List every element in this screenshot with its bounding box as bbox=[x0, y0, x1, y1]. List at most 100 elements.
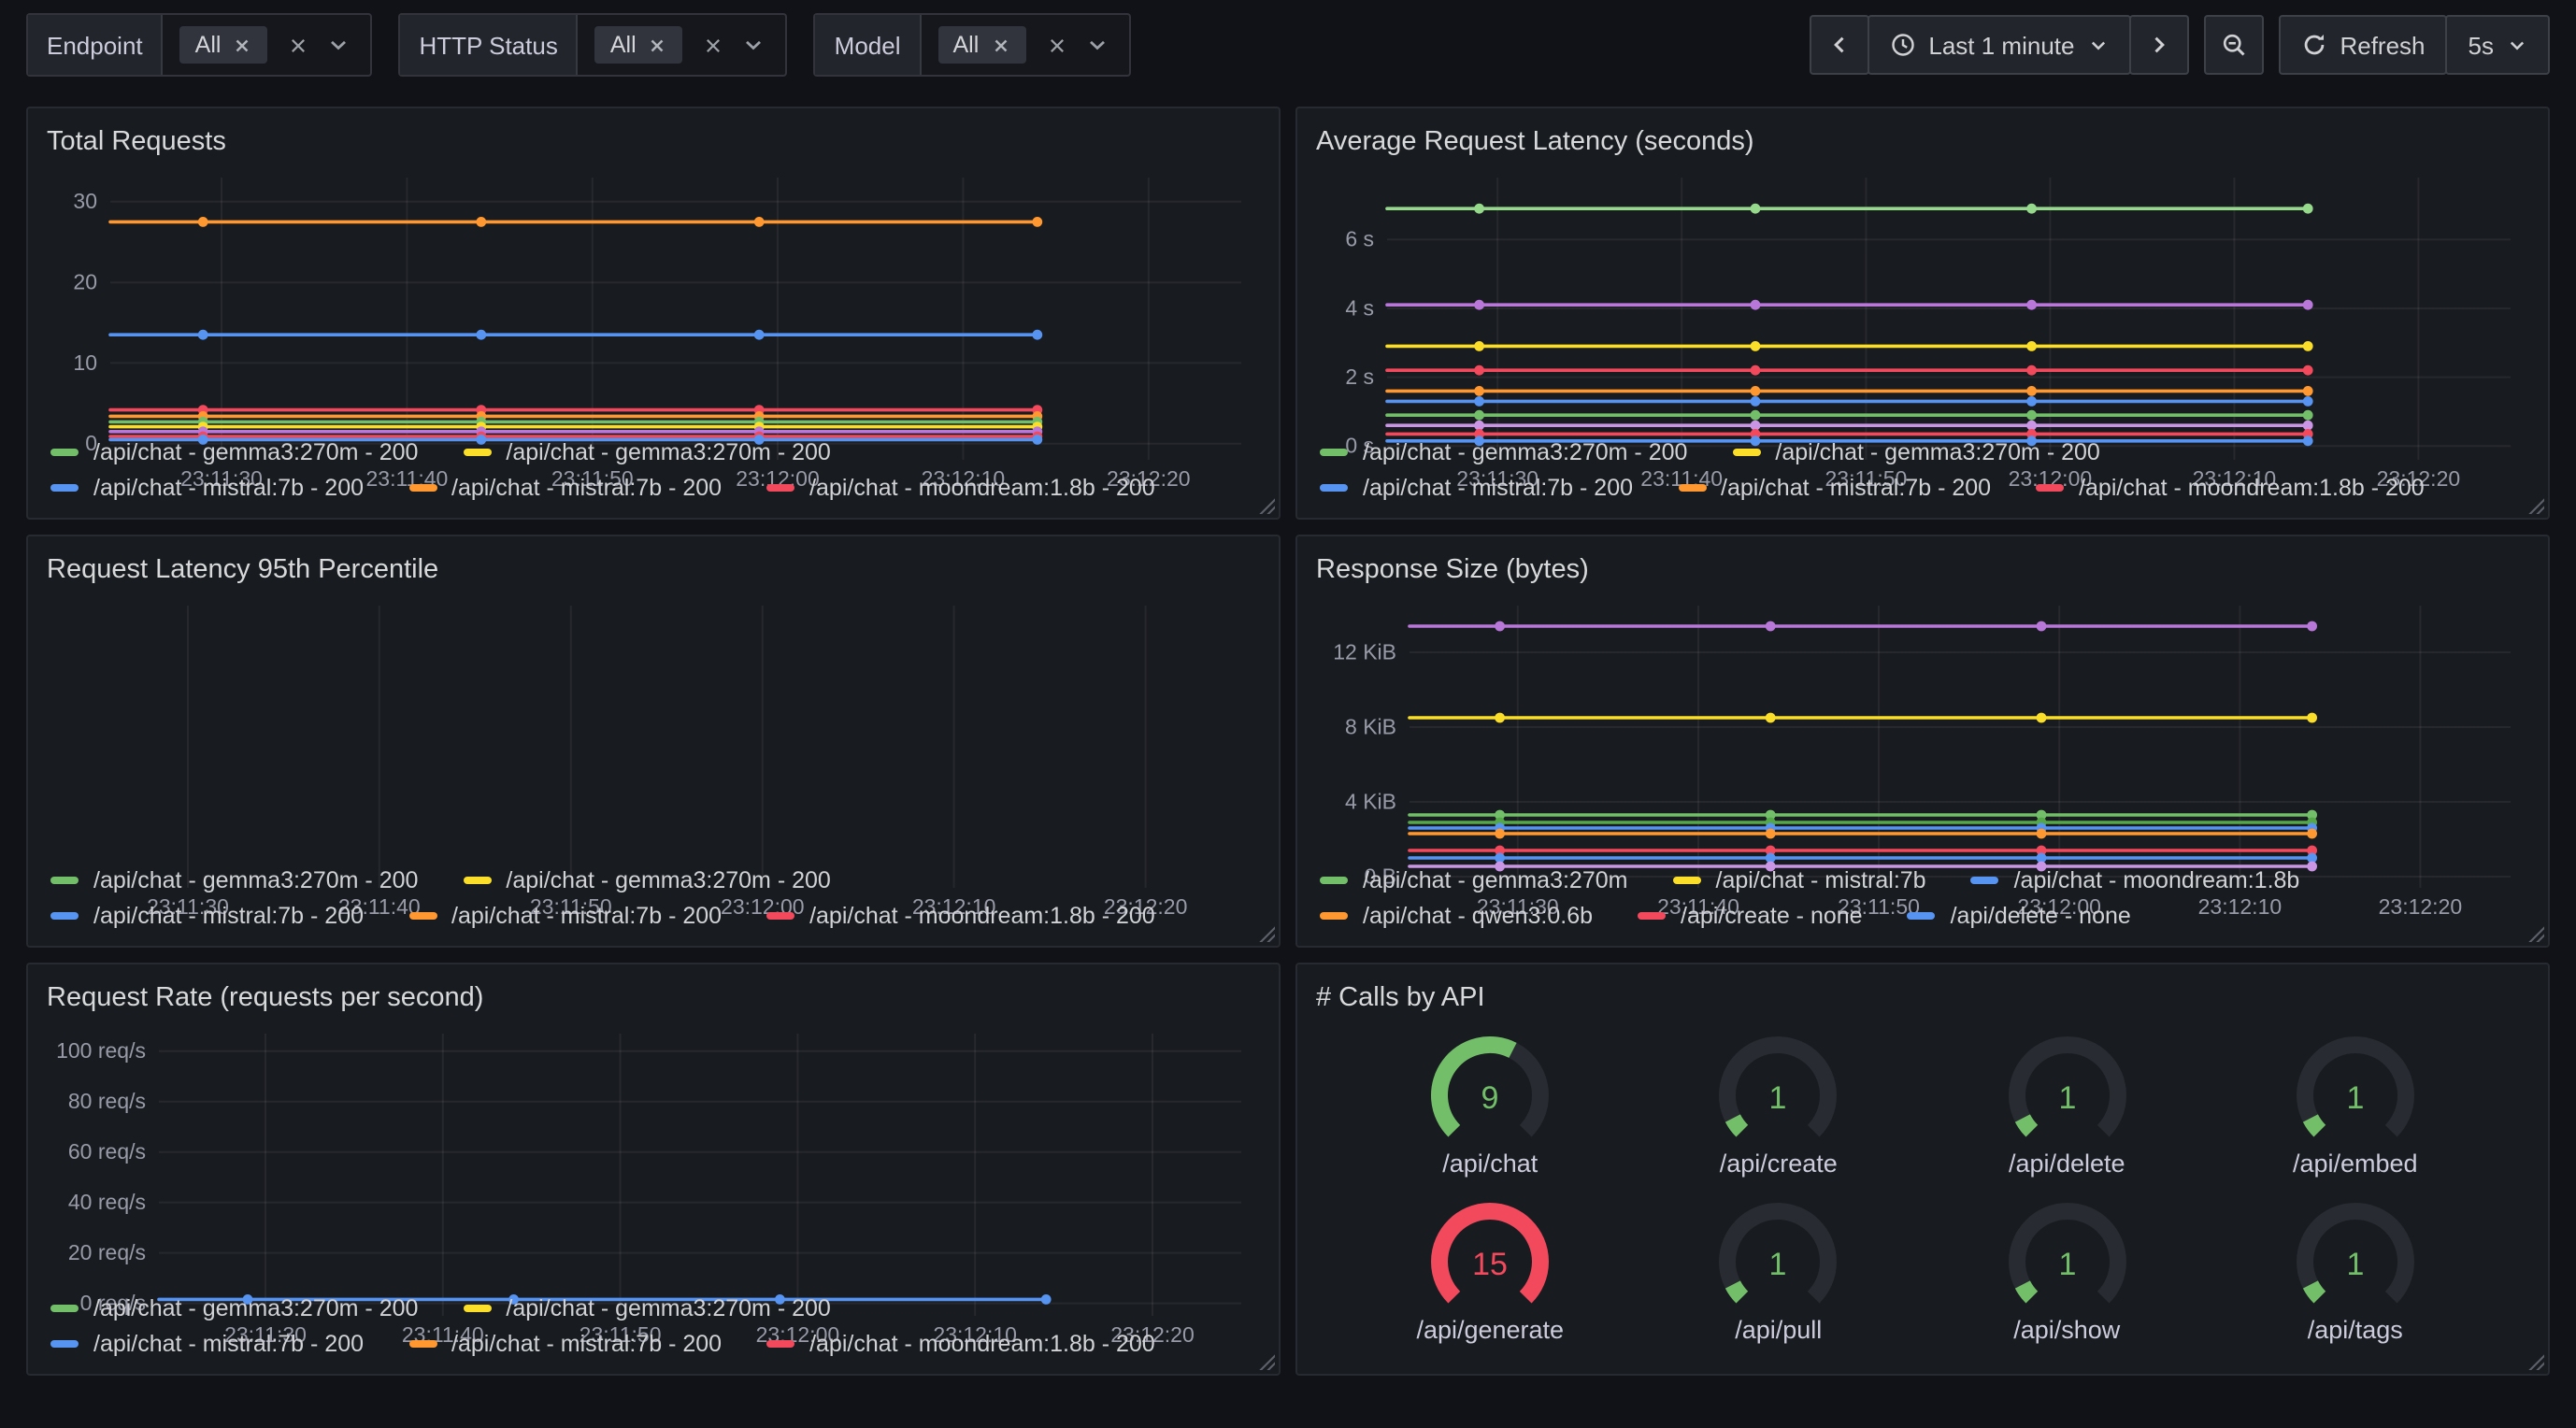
gauge-value: 1 bbox=[1769, 1247, 1787, 1282]
chart-latency-95[interactable]: 23:11:3023:11:4023:11:5023:12:0023:12:10… bbox=[47, 591, 1260, 860]
legend-item[interactable]: /api/create - none bbox=[1638, 903, 1863, 929]
panel-header[interactable]: # Calls by API bbox=[1316, 978, 2529, 1019]
chart-total-requests[interactable]: 010203023:11:3023:11:4023:11:5023:12:002… bbox=[47, 163, 1260, 432]
filter-value-chip[interactable]: All bbox=[180, 26, 268, 64]
time-shift-back-button[interactable] bbox=[1809, 15, 1868, 75]
legend-series-label: /api/chat - mistral:7b - 200 bbox=[451, 903, 722, 929]
legend-item[interactable]: /api/chat - gemma3:270m bbox=[1320, 867, 1628, 893]
panel-header[interactable]: Request Rate (requests per second) bbox=[47, 978, 1260, 1019]
legend-item[interactable]: /api/delete - none bbox=[1908, 903, 2131, 929]
panel-header[interactable]: Response Size (bytes) bbox=[1316, 550, 2529, 591]
gauge-api-tags: 1/api/tags bbox=[2275, 1198, 2436, 1344]
filter-label: Model bbox=[816, 15, 922, 75]
time-shift-forward-button[interactable] bbox=[2128, 15, 2188, 75]
legend-series-label: /api/chat - qwen3:0.6b bbox=[1363, 903, 1593, 929]
chip-remove-icon[interactable] bbox=[990, 35, 1010, 55]
gauge-api-embed: 1/api/embed bbox=[2275, 1033, 2436, 1178]
legend-item[interactable]: /api/chat - mistral:7b bbox=[1673, 867, 1926, 893]
panel-request-rate: Request Rate (requests per second) 0 req… bbox=[26, 963, 1281, 1376]
series-point bbox=[2307, 621, 2317, 632]
legend-item[interactable]: /api/chat - gemma3:270m - 200 bbox=[50, 439, 418, 465]
legend-item[interactable]: /api/chat - mistral:7b - 200 bbox=[1678, 475, 1991, 501]
filter-value-chip[interactable]: All bbox=[595, 26, 683, 64]
legend-item[interactable]: /api/chat - gemma3:270m - 200 bbox=[463, 867, 830, 893]
legend-item[interactable]: /api/chat - mistral:7b - 200 bbox=[50, 1331, 364, 1357]
legend-series-marker bbox=[1732, 449, 1760, 456]
chevron-down-icon[interactable] bbox=[1083, 32, 1109, 58]
legend-item[interactable]: /api/chat - moondream:1.8b - 200 bbox=[2036, 475, 2425, 501]
legend-item[interactable]: /api/chat - mistral:7b - 200 bbox=[408, 1331, 722, 1357]
chip-remove-icon[interactable] bbox=[648, 35, 668, 55]
series-point bbox=[2026, 386, 2037, 396]
panel-resize-handle[interactable] bbox=[1256, 495, 1275, 514]
legend-item[interactable]: /api/chat - mistral:7b - 200 bbox=[50, 475, 364, 501]
legend-series-label: /api/chat - gemma3:270m bbox=[1363, 867, 1628, 893]
series-point bbox=[1032, 217, 1042, 227]
legend-series-label: /api/chat - gemma3:270m - 200 bbox=[1775, 439, 2099, 465]
legend-item[interactable]: /api/chat - moondream:1.8b - 200 bbox=[766, 1331, 1155, 1357]
panel-resize-handle[interactable] bbox=[2526, 923, 2544, 942]
legend-item[interactable]: /api/chat - mistral:7b - 200 bbox=[408, 475, 722, 501]
legend-series-marker bbox=[766, 484, 794, 492]
legend-item[interactable]: /api/chat - mistral:7b - 200 bbox=[1320, 475, 1633, 501]
series-point bbox=[1751, 410, 1761, 421]
time-picker-button[interactable]: Last 1 minute bbox=[1867, 15, 2130, 75]
legend-item[interactable]: /api/chat - gemma3:270m - 200 bbox=[463, 1295, 830, 1321]
legend-item[interactable]: /api/chat - mistral:7b - 200 bbox=[408, 903, 722, 929]
legend-item[interactable]: /api/chat - moondream:1.8b bbox=[1971, 867, 2300, 893]
series-point bbox=[1474, 341, 1484, 351]
chart-avg-latency[interactable]: 0 s2 s4 s6 s23:11:3023:11:4023:11:5023:1… bbox=[1316, 163, 2529, 432]
legend-row: /api/chat - gemma3:270m - 200/api/chat -… bbox=[1320, 439, 2526, 465]
chart-request-rate[interactable]: 0 req/s20 req/s40 req/s60 req/s80 req/s1… bbox=[47, 1019, 1260, 1288]
panel-resize-handle[interactable] bbox=[2526, 495, 2544, 514]
series-point bbox=[2303, 365, 2313, 376]
panel-header[interactable]: Total Requests bbox=[47, 121, 1260, 163]
legend: /api/chat - gemma3:270m - 200/api/chat -… bbox=[47, 860, 1260, 933]
legend-item[interactable]: /api/chat - moondream:1.8b - 200 bbox=[766, 903, 1155, 929]
legend-item[interactable]: /api/chat - qwen3:0.6b bbox=[1320, 903, 1593, 929]
clear-filter-icon[interactable] bbox=[288, 35, 308, 55]
chip-remove-icon[interactable] bbox=[232, 35, 252, 55]
clear-filter-icon[interactable] bbox=[704, 35, 724, 55]
y-axis-tick-label: 20 bbox=[73, 270, 97, 294]
gauge-label: /api/delete bbox=[2009, 1150, 2125, 1178]
gauge-fill bbox=[2311, 1284, 2320, 1297]
legend-row: /api/chat - mistral:7b - 200/api/chat - … bbox=[1320, 475, 2526, 501]
panel-header[interactable]: Request Latency 95th Percentile bbox=[47, 550, 1260, 591]
legend-item[interactable]: /api/chat - gemma3:270m - 200 bbox=[50, 867, 418, 893]
panel-resize-handle[interactable] bbox=[1256, 1351, 1275, 1370]
zoom-out-button[interactable] bbox=[2203, 15, 2263, 75]
clear-filter-icon[interactable] bbox=[1046, 35, 1066, 55]
y-axis-tick-label: 20 req/s bbox=[68, 1240, 146, 1264]
panel-header[interactable]: Average Request Latency (seconds) bbox=[1316, 121, 2529, 163]
chart-response-size[interactable]: 0 B4 KiB8 KiB12 KiB23:11:3023:11:4023:11… bbox=[1316, 591, 2529, 860]
legend-item[interactable]: /api/chat - gemma3:270m - 200 bbox=[50, 1295, 418, 1321]
chevron-down-icon[interactable] bbox=[325, 32, 351, 58]
chevron-down-icon[interactable] bbox=[741, 32, 767, 58]
legend-item[interactable]: /api/chat - mistral:7b - 200 bbox=[50, 903, 364, 929]
legend-item[interactable]: /api/chat - gemma3:270m - 200 bbox=[463, 439, 830, 465]
legend-item[interactable]: /api/chat - gemma3:270m - 200 bbox=[1320, 439, 1687, 465]
refresh-interval-button[interactable]: 5s bbox=[2446, 15, 2550, 75]
magnifier-minus-icon bbox=[2220, 32, 2246, 58]
y-axis-tick-label: 100 req/s bbox=[56, 1038, 146, 1063]
refresh-button[interactable]: Refresh bbox=[2278, 15, 2447, 75]
gauge-value: 1 bbox=[2058, 1247, 2076, 1282]
legend-series-label: /api/delete - none bbox=[1951, 903, 2131, 929]
series-point bbox=[1751, 386, 1761, 396]
gauge-label: /api/create bbox=[1720, 1150, 1838, 1178]
panel-resize-handle[interactable] bbox=[2526, 1351, 2544, 1370]
panel-resize-handle[interactable] bbox=[1256, 923, 1275, 942]
time-picker-group: Last 1 minute bbox=[1809, 15, 2188, 75]
y-axis-tick-label: 40 req/s bbox=[68, 1190, 146, 1214]
legend-series-label: /api/chat - gemma3:270m - 200 bbox=[506, 1295, 830, 1321]
y-axis-tick-label: 4 s bbox=[1345, 295, 1374, 320]
series-point bbox=[2303, 341, 2313, 351]
series-point bbox=[2026, 396, 2037, 407]
legend-row: /api/chat - gemma3:270m/api/chat - mistr… bbox=[1320, 867, 2526, 893]
filter-value-chip[interactable]: All bbox=[938, 26, 1026, 64]
legend-item[interactable]: /api/chat - gemma3:270m - 200 bbox=[1732, 439, 2099, 465]
panel-total-requests: Total Requests 010203023:11:3023:11:4023… bbox=[26, 107, 1281, 520]
legend-item[interactable]: /api/chat - moondream:1.8b - 200 bbox=[766, 475, 1155, 501]
y-axis-tick-label: 6 s bbox=[1345, 227, 1374, 251]
